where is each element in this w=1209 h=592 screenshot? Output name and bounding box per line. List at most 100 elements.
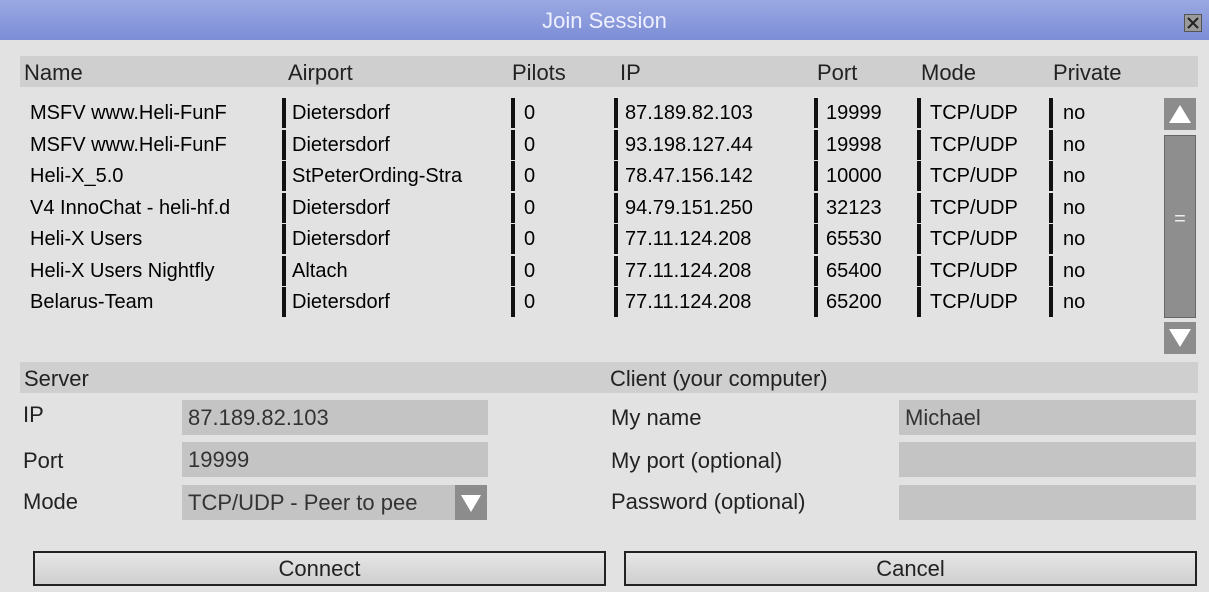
cell-pilots: 0 [524, 259, 536, 282]
column-separator [614, 287, 618, 317]
column-separator [917, 129, 921, 160]
cell-ip: 94.79.151.250 [625, 196, 753, 219]
cell-port: 32123 [826, 196, 882, 219]
header-airport: Airport [288, 60, 353, 85]
column-separator [282, 287, 286, 317]
server-heading: Server [24, 366, 89, 391]
arrow-up-icon [1169, 105, 1191, 123]
cell-airport: Dietersdorf [292, 291, 390, 313]
column-separator [282, 255, 286, 286]
cell-private: no [1063, 102, 1086, 124]
cell-ip: 77.11.124.208 [625, 259, 752, 282]
cell-airport: StPeterOrding-Stra [292, 165, 463, 187]
cell-pilots: 0 [524, 102, 536, 124]
column-separator [282, 224, 286, 254]
cell-pilots: 0 [524, 165, 536, 187]
cell-mode: TCP/UDP [930, 133, 1018, 156]
cancel-button[interactable]: Cancel [624, 551, 1197, 586]
cell-private: no [1063, 259, 1086, 282]
cell-pilots: 0 [524, 133, 536, 156]
server-mode-select[interactable]: TCP/UDP - Peer to pee [182, 485, 456, 520]
cell-port: 10000 [826, 165, 882, 187]
table-header: Name Airport Pilots IP Port Mode Private [20, 56, 1198, 87]
cell-mode: TCP/UDP [930, 196, 1018, 219]
cell-port: 65530 [826, 228, 882, 250]
cell-pilots: 0 [524, 291, 536, 313]
cell-port: 65200 [826, 291, 882, 313]
server-mode-label: Mode [23, 489, 79, 514]
column-separator [614, 129, 618, 160]
server-port-input[interactable]: 19999 [182, 442, 488, 477]
column-separator [282, 98, 286, 128]
cell-private: no [1063, 165, 1086, 187]
cell-mode: TCP/UDP [930, 228, 1018, 250]
header-port: Port [817, 60, 858, 85]
header-name: Name [24, 60, 83, 85]
column-separator [614, 224, 618, 254]
section-header-bar: Server Client (your computer) [20, 362, 1198, 393]
cell-name: Heli-X_5.0 [30, 165, 124, 187]
cell-mode: TCP/UDP [930, 165, 1018, 187]
cell-ip: 87.189.82.103 [625, 102, 753, 124]
scroll-grip: = [1174, 208, 1186, 230]
cell-private: no [1063, 228, 1086, 250]
cell-name: Belarus-Team [30, 291, 154, 313]
cell-name: Heli-X Users Nightfly [30, 259, 215, 282]
cell-ip: 93.198.127.44 [625, 133, 753, 156]
window-title: Join Session [542, 8, 667, 33]
cell-ip: 77.11.124.208 [625, 291, 752, 313]
client-name-input[interactable]: Michael [899, 400, 1196, 435]
column-separator [614, 98, 618, 128]
header-ip: IP [620, 60, 641, 85]
column-separator [614, 161, 618, 191]
column-separator [282, 129, 286, 160]
column-separator [282, 192, 286, 223]
header-pilots: Pilots [512, 60, 566, 85]
client-password-label: Password (optional) [611, 489, 806, 514]
column-separator [917, 98, 921, 128]
cell-mode: TCP/UDP [930, 102, 1018, 124]
scroll-down-button[interactable] [1164, 322, 1196, 354]
cell-airport: Dietersdorf [292, 133, 390, 156]
column-separator [917, 224, 921, 254]
cell-airport: Altach [292, 259, 348, 282]
client-password-input[interactable] [899, 485, 1196, 520]
header-mode: Mode [921, 60, 977, 85]
title-bar: Join Session [0, 0, 1209, 40]
column-separator [917, 161, 921, 191]
close-button[interactable] [1184, 14, 1202, 32]
column-separator [614, 192, 618, 223]
column-separator [917, 255, 921, 286]
connect-button[interactable]: Connect [33, 551, 606, 586]
cell-private: no [1063, 291, 1086, 313]
cell-pilots: 0 [524, 228, 536, 250]
cell-ip: 77.11.124.208 [625, 228, 752, 250]
cell-private: no [1063, 196, 1086, 219]
cell-port: 19999 [826, 102, 882, 124]
close-icon [1187, 17, 1199, 29]
cell-airport: Dietersdorf [292, 228, 390, 250]
chevron-down-icon [461, 495, 481, 512]
cell-name: MSFV www.Heli-FunF [30, 102, 227, 124]
cell-port: 65400 [826, 259, 882, 282]
cell-name: Heli-X Users [30, 228, 143, 250]
cell-ip: 78.47.156.142 [625, 165, 753, 187]
cell-pilots: 0 [524, 196, 536, 219]
cell-name: V4 InnoChat - heli-hf.d [30, 196, 231, 219]
server-ip-label: IP [23, 402, 44, 427]
cell-name: MSFV www.Heli-FunF [30, 133, 227, 156]
cell-mode: TCP/UDP [930, 259, 1018, 282]
cell-private: no [1063, 133, 1086, 156]
column-separator [917, 192, 921, 223]
header-private: Private [1053, 60, 1122, 85]
scrollbar-thumb[interactable]: = [1164, 135, 1196, 318]
client-port-input[interactable] [899, 442, 1196, 477]
mode-dropdown-button[interactable] [455, 485, 487, 520]
cell-airport: Dietersdorf [292, 196, 390, 219]
cell-airport: Dietersdorf [292, 102, 390, 124]
client-heading: Client (your computer) [610, 366, 828, 391]
server-ip-input[interactable]: 87.189.82.103 [182, 400, 488, 435]
column-separator [614, 255, 618, 286]
scroll-up-button[interactable] [1164, 98, 1196, 130]
cell-port: 19998 [826, 133, 882, 156]
